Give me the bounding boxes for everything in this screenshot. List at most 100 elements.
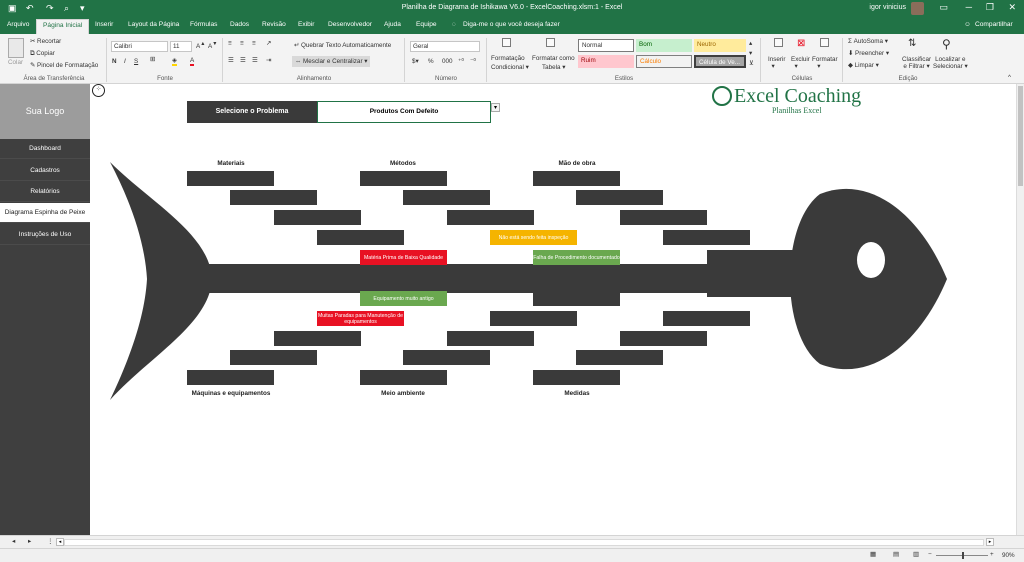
font-size-select[interactable]: 11 <box>170 41 192 52</box>
collapse-ribbon-icon[interactable]: ^ <box>1008 74 1011 81</box>
currency-icon[interactable]: $▾ <box>412 58 419 65</box>
conditional-format-button[interactable]: Formatação <box>491 55 525 62</box>
cause-slot[interactable] <box>707 250 794 265</box>
font-name-select[interactable]: Calibri <box>111 41 168 52</box>
cause-slot[interactable] <box>403 190 490 205</box>
style-neutro[interactable]: Neutro <box>694 39 746 52</box>
tab-dados[interactable]: Dados <box>230 21 249 28</box>
cause-slot[interactable] <box>187 370 274 385</box>
tab-pagina-inicial[interactable]: Página Inicial <box>36 19 90 34</box>
format-painter-button[interactable]: ✎ Pincel de Formatação <box>30 62 98 69</box>
italic-icon[interactable]: I <box>124 58 126 65</box>
style-bom[interactable]: Bom <box>636 39 692 52</box>
hscroll-left-icon[interactable]: ◂ <box>56 538 64 546</box>
close-icon[interactable]: ✕ <box>1008 2 1016 13</box>
page-layout-icon[interactable]: ▤ <box>893 551 899 558</box>
tab-exibir[interactable]: Exibir <box>298 21 315 28</box>
cause-slot[interactable] <box>274 210 361 225</box>
sheet-options-icon[interactable]: ⋮ <box>47 538 53 545</box>
copy-button[interactable]: ⧉ Copiar <box>30 50 55 58</box>
tab-layout[interactable]: Layout da Página <box>128 21 179 28</box>
sort-filter-button[interactable]: Classificar e Filtrar ▾ <box>902 56 931 70</box>
find-select-button[interactable]: Localizar e Selecionar ▾ <box>933 56 968 70</box>
cause-slot[interactable] <box>620 210 707 225</box>
merge-center-button[interactable]: ⇔ Mesclar e Centralizar ▾ <box>292 56 371 67</box>
avatar[interactable] <box>911 2 924 15</box>
styles-scroll-down-icon[interactable]: ▾ <box>749 50 752 57</box>
thousands-icon[interactable]: 000 <box>442 58 453 65</box>
tab-formulas[interactable]: Fórmulas <box>190 21 217 28</box>
cause-red-top[interactable]: Matéria Prima de Baixa Qualidade <box>360 250 447 265</box>
cause-slot[interactable] <box>663 311 750 326</box>
cause-slot[interactable] <box>576 190 663 205</box>
align-center-icon[interactable]: ☰ <box>240 57 246 64</box>
shrink-font-icon[interactable]: A▼ <box>208 41 217 50</box>
format-table-button[interactable]: Formatar como <box>532 55 575 62</box>
user-name[interactable]: igor vinicius <box>869 4 906 11</box>
underline-icon[interactable]: S <box>134 58 138 65</box>
style-celula-verificacao[interactable]: Célula de Ve... <box>694 55 746 68</box>
align-top-icon[interactable]: ≡ <box>228 40 232 47</box>
cause-yellow[interactable]: Não está sendo feita inspeção <box>490 230 577 245</box>
zoom-slider-thumb[interactable] <box>962 552 964 559</box>
style-normal[interactable]: Normal <box>578 39 634 52</box>
styles-scroll-up-icon[interactable]: ▴ <box>749 40 752 47</box>
cause-slot[interactable] <box>620 331 707 346</box>
cause-slot[interactable] <box>403 350 490 365</box>
font-color-icon[interactable]: A <box>190 57 195 66</box>
cause-slot[interactable] <box>317 230 404 245</box>
paste-icon[interactable] <box>8 38 24 58</box>
page-break-icon[interactable]: ▥ <box>913 551 919 558</box>
cause-slot[interactable] <box>533 370 620 385</box>
insert-cells-button[interactable]: Inserir ▾ <box>768 56 786 70</box>
align-bottom-icon[interactable]: ≡ <box>252 40 256 47</box>
cause-slot[interactable] <box>360 171 447 186</box>
hscroll-right-icon[interactable]: ▸ <box>986 538 994 546</box>
cause-slot[interactable] <box>274 331 361 346</box>
borders-icon[interactable]: ⊞ <box>150 56 155 63</box>
bold-icon[interactable]: N <box>112 58 117 65</box>
cause-slot[interactable] <box>360 370 447 385</box>
ribbon-options-icon[interactable]: ▭ <box>939 2 948 13</box>
format-table-button-2[interactable]: Tabela ▾ <box>542 64 565 71</box>
fill-button[interactable]: ⬇ Preencher ▾ <box>848 50 889 57</box>
cause-green-top[interactable]: Falha de Procedimento documentado <box>533 250 620 265</box>
share-button[interactable]: Compartilhar <box>975 21 1013 28</box>
next-sheet-icon[interactable]: ▸ <box>28 538 31 545</box>
cause-green-bottom[interactable]: Equipamento muito antigo <box>360 291 447 306</box>
tab-revisao[interactable]: Revisão <box>262 21 286 28</box>
horizontal-scrollbar[interactable] <box>64 539 984 546</box>
paste-button[interactable]: Colar <box>8 59 23 66</box>
cause-slot[interactable] <box>490 311 577 326</box>
tab-equipe[interactable]: Equipe <box>416 21 437 28</box>
align-left-icon[interactable]: ☰ <box>228 57 234 64</box>
minimize-icon[interactable]: ─ <box>966 2 972 12</box>
cause-slot[interactable] <box>576 350 663 365</box>
zoom-in-icon[interactable]: + <box>990 551 994 558</box>
scroll-thumb[interactable] <box>1018 86 1023 186</box>
cause-slot[interactable] <box>187 171 274 186</box>
cause-slot[interactable] <box>533 291 620 306</box>
autosum-button[interactable]: Σ AutoSoma ▾ <box>848 38 888 45</box>
percent-icon[interactable]: % <box>428 58 434 65</box>
normal-view-icon[interactable]: ▦ <box>870 551 876 558</box>
cause-slot[interactable] <box>533 171 620 186</box>
clear-button[interactable]: ◆ Limpar ▾ <box>848 62 879 69</box>
prev-sheet-icon[interactable]: ◂ <box>12 538 15 545</box>
zoom-out-icon[interactable]: − <box>928 551 932 558</box>
zoom-level[interactable]: 90% <box>1002 552 1015 559</box>
cut-button[interactable]: ✂ Recortar <box>30 38 61 45</box>
tab-ajuda[interactable]: Ajuda <box>384 21 401 28</box>
cause-slot[interactable] <box>663 230 750 245</box>
delete-cells-button[interactable]: Excluir ▾ <box>791 56 810 70</box>
tell-me-search[interactable]: Diga-me o que você deseja fazer <box>463 21 560 28</box>
orientation-icon[interactable]: ↗ <box>266 40 271 47</box>
styles-more-icon[interactable]: ⊻ <box>749 60 754 67</box>
conditional-format-button-2[interactable]: Condicional ▾ <box>491 64 529 71</box>
fill-color-icon[interactable]: ◈ <box>172 57 177 66</box>
maximize-icon[interactable]: ❐ <box>986 2 994 13</box>
style-calculo[interactable]: Cálculo <box>636 55 692 68</box>
format-cells-button[interactable]: Formatar ▾ <box>812 56 838 70</box>
worksheet[interactable]: Sua Logo Dashboard Cadastros Relatórios … <box>0 84 1016 535</box>
tab-inserir[interactable]: Inserir <box>95 21 113 28</box>
